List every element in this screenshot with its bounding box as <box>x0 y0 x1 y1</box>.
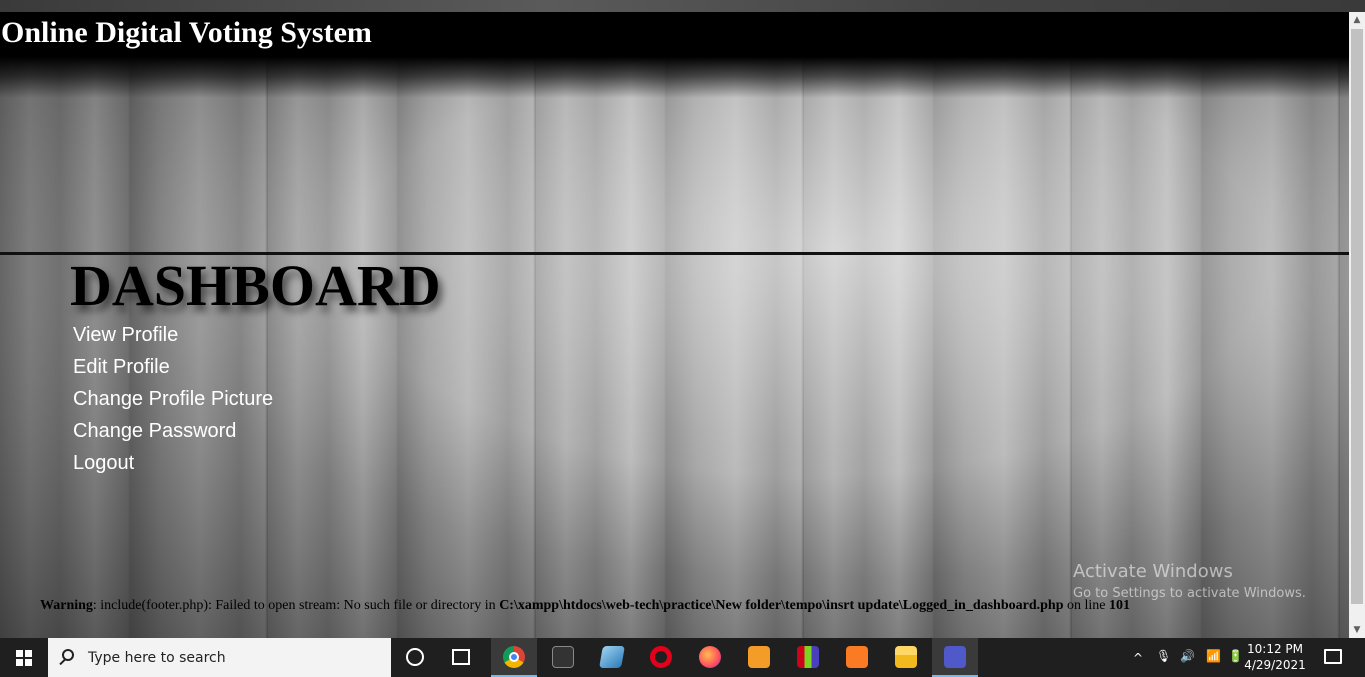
warning-message: : include(footer.php): Failed to open st… <box>92 598 500 613</box>
taskbar: Type here to search ^ 🎙 🔊 📶 🔋 10:12 PM 4… <box>0 638 1365 677</box>
watermark-title: Activate Windows <box>1073 561 1233 582</box>
teams-icon[interactable] <box>932 638 978 677</box>
taskbar-search[interactable]: Type here to search <box>48 638 391 677</box>
notification-icon[interactable] <box>1324 649 1342 664</box>
winrar-icon[interactable] <box>785 638 831 677</box>
start-button[interactable] <box>0 638 48 677</box>
php-warning: Warning: include(footer.php): Failed to … <box>40 598 1130 614</box>
clock-time: 10:12 PM <box>1247 642 1303 656</box>
notion-icon[interactable] <box>540 638 586 677</box>
show-hidden-icons-icon[interactable]: ^ <box>1133 651 1143 677</box>
clock-date: 4/29/2021 <box>1244 658 1306 672</box>
warning-path: C:\xampp\htdocs\web-tech\practice\New fo… <box>499 598 1064 613</box>
site-title: Online Digital Voting System <box>1 16 372 49</box>
microphone-icon[interactable]: 🎙 <box>1156 649 1171 677</box>
opera-icon[interactable] <box>638 638 684 677</box>
file-explorer-icon[interactable] <box>883 638 929 677</box>
page-content: Online Digital Voting System DASHBOARD V… <box>0 12 1349 638</box>
search-icon <box>62 649 74 661</box>
change-password-link[interactable]: Change Password <box>73 415 273 447</box>
system-clock[interactable]: 10:12 PM 4/29/2021 <box>1240 641 1310 673</box>
task-view-icon[interactable] <box>440 638 486 677</box>
scroll-thumb[interactable] <box>1351 29 1363 604</box>
windows-logo-icon <box>16 650 32 666</box>
chrome-icon[interactable] <box>491 638 537 677</box>
scroll-down-icon[interactable]: ▼ <box>1349 622 1365 638</box>
warning-label: Warning <box>40 598 93 613</box>
edit-profile-link[interactable]: Edit Profile <box>73 351 273 383</box>
site-header: Online Digital Voting System <box>0 12 1349 98</box>
warning-line-number: 101 <box>1109 598 1130 613</box>
search-placeholder: Type here to search <box>88 650 226 666</box>
browser-top-strip <box>0 0 1365 12</box>
activate-windows-watermark: Activate Windows Go to Settings to activ… <box>1073 561 1306 601</box>
warning-line-text: on line <box>1063 598 1109 613</box>
wifi-icon[interactable]: 📶 <box>1206 649 1221 677</box>
scroll-up-icon[interactable]: ▲ <box>1349 12 1365 28</box>
vertical-scrollbar[interactable]: ▲ ▼ <box>1349 12 1365 638</box>
app-icon[interactable] <box>589 638 635 677</box>
xampp-icon[interactable] <box>834 638 880 677</box>
dashboard-title: DASHBOARD <box>70 253 441 318</box>
firefox-icon[interactable] <box>687 638 733 677</box>
dashboard-menu: View Profile Edit Profile Change Profile… <box>73 319 273 479</box>
sublime-icon[interactable] <box>736 638 782 677</box>
change-profile-picture-link[interactable]: Change Profile Picture <box>73 383 273 415</box>
cortana-icon[interactable] <box>394 638 440 677</box>
volume-icon[interactable]: 🔊 <box>1180 649 1195 677</box>
logout-link[interactable]: Logout <box>73 447 273 479</box>
view-profile-link[interactable]: View Profile <box>73 319 273 351</box>
